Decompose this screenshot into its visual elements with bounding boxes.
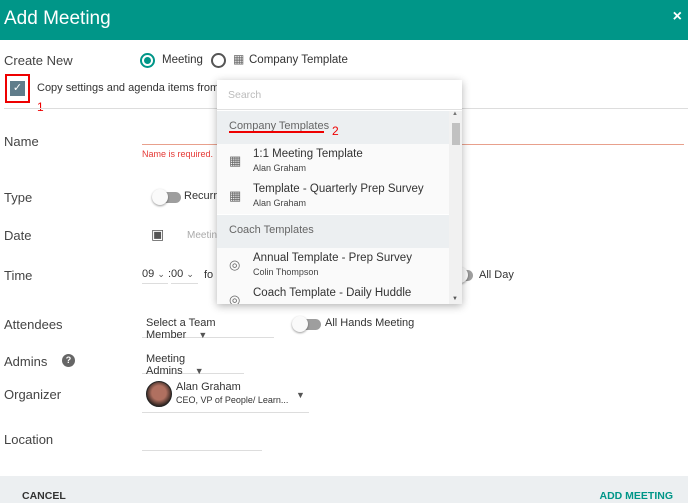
search-placeholder: Search — [228, 89, 262, 101]
user-circle-icon: ◎ — [229, 257, 241, 272]
minute-value: 00 — [171, 268, 184, 280]
all-hands-label: All Hands Meeting — [325, 317, 415, 329]
building-icon: ▦ — [233, 52, 245, 66]
calendar-icon[interactable]: ▣ — [151, 226, 164, 243]
caret-down-icon: ▼ — [198, 330, 208, 340]
type-label: Type — [4, 190, 33, 205]
group-label: Coach Templates — [229, 224, 314, 236]
create-new-label: Create New — [4, 53, 73, 68]
minute-select[interactable]: 00 ⌄ — [171, 268, 198, 284]
close-icon[interactable]: × — [673, 8, 682, 26]
radio-meeting[interactable] — [140, 53, 155, 68]
copy-settings-label: Copy settings and agenda items from — [37, 82, 220, 94]
attendees-label: Attendees — [4, 317, 63, 332]
annotation-number-2: 2 — [332, 124, 339, 138]
chevron-down-icon: ⌄ — [186, 269, 194, 279]
recurring-label: Recurri — [184, 190, 220, 202]
building-icon: ▦ — [229, 153, 242, 168]
all-day-label: All Day — [479, 269, 514, 281]
attendees-select[interactable]: Select a Team Member ▼ — [142, 312, 274, 341]
recurring-toggle[interactable] — [152, 189, 181, 205]
item-owner: Alan Graham — [253, 163, 307, 173]
cancel-button[interactable]: CANCEL — [22, 490, 66, 502]
hour-value: 09 — [142, 268, 155, 280]
time-label: Time — [4, 268, 33, 283]
caret-down-icon: ▼ — [194, 366, 204, 376]
organizer-label: Organizer — [4, 387, 62, 402]
admins-select[interactable]: Meeting Admins ▼ — [142, 348, 244, 377]
scrollbar-thumb[interactable] — [452, 123, 460, 145]
item-owner: Alan Graham — [253, 198, 307, 208]
caret-down-icon: ▼ — [296, 390, 305, 400]
list-item[interactable]: ▦ Template - Quarterly Prep Survey Alan Gr… — [217, 179, 449, 214]
template-dropdown: Search Company Templates 2 ▦ 1:1 Meeting … — [217, 80, 462, 304]
name-error: Name is required. — [142, 149, 214, 159]
all-hands-toggle[interactable] — [292, 316, 321, 332]
list-item[interactable]: ▦ 1:1 Meeting Template Alan Graham — [217, 144, 449, 179]
duration-for-label: fo — [204, 269, 214, 281]
location-input[interactable] — [142, 450, 262, 451]
scroll-up-icon[interactable]: ▲ — [452, 111, 458, 117]
add-meeting-button[interactable]: ADD MEETING — [600, 490, 674, 502]
search-input[interactable]: Search — [217, 80, 462, 110]
copy-settings-checkbox[interactable]: ✓ — [10, 81, 25, 96]
date-label: Date — [4, 228, 32, 243]
organizer-title: CEO, VP of People/ Learn... — [176, 395, 289, 405]
scrollbar[interactable]: ▲ ▼ — [449, 111, 462, 304]
organizer-select[interactable]: Alan Graham CEO, VP of People/ Learn... … — [142, 378, 309, 413]
annotation-underline-2 — [229, 131, 324, 133]
item-title: Coach Template - Daily Huddle — [253, 287, 412, 299]
chevron-down-icon: ⌄ — [157, 269, 165, 279]
name-label: Name — [4, 134, 39, 149]
hour-select[interactable]: 09 ⌄ — [142, 268, 168, 284]
radio-meeting-label: Meeting — [162, 54, 203, 66]
dialog-footer: CANCEL ADD MEETING — [0, 476, 688, 503]
list-item[interactable]: ◎ Coach Template - Daily Huddle — [217, 283, 449, 304]
user-circle-icon: ◎ — [229, 292, 241, 304]
avatar — [146, 381, 172, 407]
item-title: Template - Quarterly Prep Survey — [253, 183, 424, 195]
dialog-title: Add Meeting — [4, 8, 111, 29]
item-title: Annual Template - Prep Survey — [253, 252, 412, 264]
admins-label: Admins — [4, 354, 48, 369]
radio-company-template[interactable] — [211, 53, 226, 68]
scroll-down-icon[interactable]: ▼ — [452, 296, 458, 302]
building-icon: ▦ — [229, 188, 242, 203]
location-label: Location — [4, 432, 54, 447]
help-icon[interactable]: ? — [62, 354, 75, 367]
organizer-name: Alan Graham — [176, 381, 241, 393]
list-item[interactable]: ◎ Annual Template - Prep Survey Colin Thom… — [217, 248, 449, 283]
date-input[interactable]: Meetin — [187, 230, 217, 241]
item-title: 1:1 Meeting Template — [253, 148, 363, 160]
radio-company-template-label: Company Template — [249, 54, 348, 66]
admins-value: Meeting Admins — [146, 353, 186, 377]
dialog-header: Add Meeting × — [0, 0, 688, 40]
item-owner: Colin Thompson — [253, 267, 319, 277]
group-coach-templates: Coach Templates — [217, 215, 449, 248]
annotation-number-1: 1 — [37, 100, 44, 114]
